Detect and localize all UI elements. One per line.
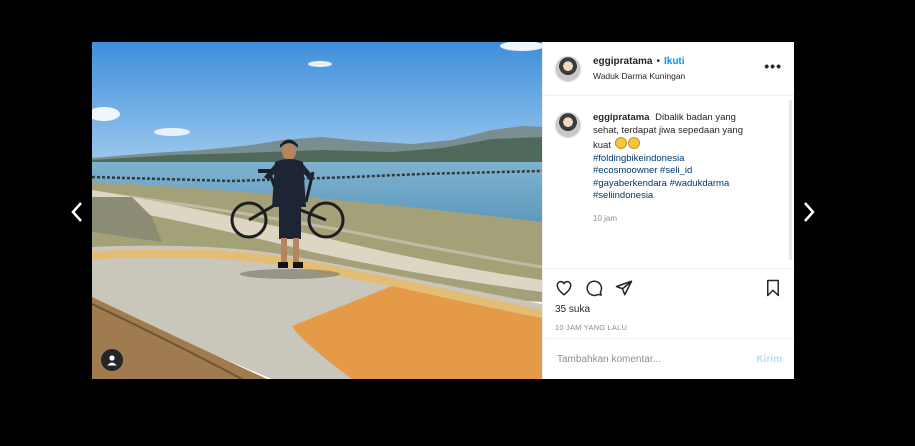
smile-emoji-icon [627,137,640,149]
comment-icon [586,280,603,297]
likes-count[interactable]: 35 suka [555,304,782,315]
previous-post-arrow[interactable] [67,198,87,226]
photo-scene [92,42,542,379]
hashtag-line[interactable]: #gayaberkendara #wadukdarma [593,178,763,191]
user-tag-icon [107,355,117,366]
post-comment-button[interactable]: Kirim [756,354,782,365]
post-photo [92,42,542,379]
grin-emoji-icon [614,137,627,149]
caption-time: 10 jam [593,213,618,223]
caption-avatar[interactable] [555,112,581,138]
avatar[interactable] [555,55,581,82]
more-icon[interactable]: ••• [764,58,782,74]
heart-icon [556,280,572,296]
comments-scrollbar[interactable] [789,100,792,260]
hashtag-line[interactable]: #seliindonesia [593,190,763,203]
caption-row: eggipratama Dibalik badan yang sehat, te… [555,112,782,225]
post-actions: 35 suka 10 JAM YANG LALU [543,268,794,338]
header-separator: • [656,55,660,67]
bookmark-icon [767,279,779,297]
like-button[interactable] [555,279,573,297]
chevron-left-icon [71,202,82,222]
caption-username[interactable]: eggipratama [593,112,650,123]
hashtag-line[interactable]: #foldingbikeindonesia [593,153,763,166]
comment-button[interactable] [585,279,603,297]
post-username[interactable]: eggipratama [593,55,652,68]
next-post-arrow[interactable] [799,198,819,226]
caption-body: eggipratama Dibalik badan yang sehat, te… [593,112,763,225]
comments-area: eggipratama Dibalik badan yang sehat, te… [543,96,794,268]
post-modal: eggipratama • Ikuti Waduk Darma Kuningan… [92,42,794,379]
chevron-right-icon [804,202,815,222]
post-location[interactable]: Waduk Darma Kuningan [593,70,764,83]
hashtag-line[interactable]: #ecosmoowner #seli_id [593,165,763,178]
user-tag-button[interactable] [101,349,123,371]
follow-button[interactable]: Ikuti [664,55,685,68]
share-icon [615,280,633,296]
post-timestamp: 10 JAM YANG LALU [555,323,628,332]
post-sidebar: eggipratama • Ikuti Waduk Darma Kuningan… [542,42,794,379]
comment-form: Kirim [543,338,794,379]
share-button[interactable] [615,279,633,297]
save-button[interactable] [764,279,782,297]
comment-input[interactable] [555,352,757,366]
post-header: eggipratama • Ikuti Waduk Darma Kuningan… [543,42,794,96]
